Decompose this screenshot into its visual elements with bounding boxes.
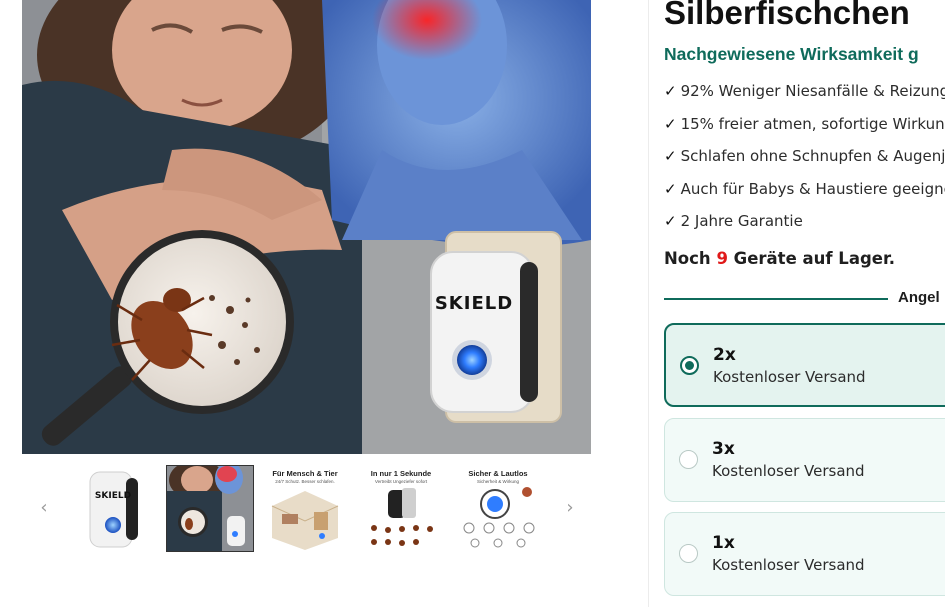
thumbnail-5-subtitle: Sicherheit & Wirkung	[476, 479, 520, 484]
thumbnail-4-subtitle: Vertreibt Ungeziefer sofort	[374, 479, 428, 484]
benefit-item: ✓ 15% freier atmen, sofortige Wirkung	[664, 113, 945, 146]
benefit-item: ✓ 2 Jahre Garantie	[664, 210, 945, 243]
bundle-divider	[664, 298, 888, 300]
thumbnail-5[interactable]: Sicher & Lautlos Sicherheit & Wirkung	[455, 466, 541, 551]
option-quantity: 3x	[712, 439, 735, 459]
thumbnail-1-image: SKIELD	[72, 466, 158, 551]
option-quantity: 2x	[713, 345, 736, 365]
product-title: Silberfischchen	[664, 0, 910, 31]
chevron-right-icon[interactable]: ›	[560, 496, 580, 520]
benefit-text: 2 Jahre Garantie	[680, 212, 803, 230]
option-shipping: Kostenloser Versand	[713, 368, 866, 386]
benefit-list: ✓ 92% Weniger Niesanfälle & Reizung ✓ 15% …	[664, 80, 945, 243]
bundle-option-1x[interactable]: 1x Kostenloser Versand	[664, 512, 945, 596]
bundle-option-3x[interactable]: 3x Kostenloser Versand	[664, 418, 945, 502]
benefit-item: ✓ Auch für Babys & Haustiere geeigne	[664, 178, 945, 211]
product-subtitle: Nachgewiesene Wirksamkeit g	[664, 44, 919, 64]
thumbnail-4-title: In nur 1 Sekunde	[370, 469, 432, 478]
check-icon: ✓	[664, 82, 677, 100]
thumbnail-3-title: Für Mensch & Tier	[272, 469, 338, 478]
radio-icon[interactable]	[679, 544, 698, 563]
product-main-image[interactable]: SKIELD	[22, 0, 591, 454]
thumbnail-1-brand: SKIELD	[95, 491, 131, 501]
stock-count: 9	[716, 249, 728, 268]
thumbnail-1[interactable]: SKIELD	[72, 466, 158, 551]
radio-icon[interactable]	[680, 356, 699, 375]
thumbnail-2-image	[167, 466, 253, 551]
option-shipping: Kostenloser Versand	[712, 556, 865, 574]
chevron-left-icon[interactable]: ‹	[34, 496, 54, 520]
option-shipping: Kostenloser Versand	[712, 462, 865, 480]
option-quantity: 1x	[712, 533, 735, 553]
benefit-text: Auch für Babys & Haustiere geeigne	[680, 179, 945, 198]
thumbnail-strip: ‹ SKIELD Für Mensch & Tier 24/7 Schutz. …	[22, 462, 591, 554]
check-icon: ✓	[664, 179, 677, 198]
benefit-text: Schlafen ohne Schnupfen & Augenj	[680, 147, 945, 165]
thumbnail-3-subtitle: 24/7 Schutz. Besser schlafen.	[275, 479, 335, 484]
thumbnail-4[interactable]: In nur 1 Sekunde Vertreibt Ungeziefer so…	[358, 466, 444, 551]
benefit-text: 92% Weniger Niesanfälle & Reizung	[680, 82, 945, 100]
thumbnail-5-title: Sicher & Lautlos	[468, 469, 528, 478]
radio-icon[interactable]	[679, 450, 698, 469]
thumbnail-3[interactable]: Für Mensch & Tier 24/7 Schutz. Besser sc…	[262, 466, 348, 551]
stock-notice: Noch 9 Geräte auf Lager.	[664, 249, 895, 268]
stock-suffix: Geräte auf Lager.	[733, 249, 896, 268]
check-icon: ✓	[664, 147, 677, 165]
benefit-item: ✓ 92% Weniger Niesanfälle & Reizung	[664, 80, 945, 113]
bundle-heading: Angel	[898, 289, 940, 306]
main-image-illustration: SKIELD	[22, 0, 591, 454]
bundle-option-2x[interactable]: 2x Kostenloser Versand	[664, 323, 945, 407]
panel-divider	[648, 0, 649, 607]
check-icon: ✓	[664, 212, 677, 230]
stock-prefix: Noch	[664, 249, 711, 268]
product-info-panel: Silberfischchen Nachgewiesene Wirksamkei…	[664, 0, 945, 607]
check-icon: ✓	[664, 114, 677, 133]
benefit-text: 15% freier atmen, sofortige Wirkung	[680, 114, 945, 133]
thumbnail-2[interactable]	[166, 465, 254, 552]
benefit-item: ✓ Schlafen ohne Schnupfen & Augenj	[664, 145, 945, 178]
device-brand-label: SKIELD	[435, 293, 513, 314]
